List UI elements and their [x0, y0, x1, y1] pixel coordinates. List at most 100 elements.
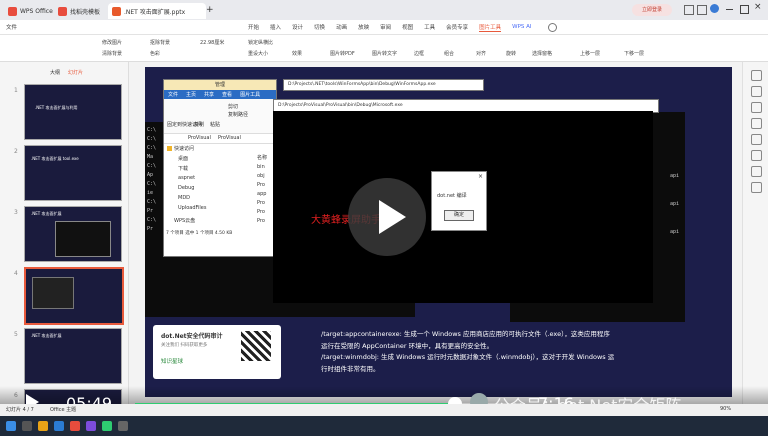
ribbon-pic-to-text[interactable]: 图片转文字	[372, 50, 397, 57]
paste-button[interactable]: 粘贴	[210, 121, 220, 128]
file-item[interactable]: app	[257, 191, 266, 197]
login-badge[interactable]: 立即登录	[632, 4, 672, 16]
slide-thumbnail-4[interactable]	[24, 267, 124, 325]
message-box[interactable]: × dot.net 编译 确定	[431, 171, 487, 231]
copy-button[interactable]: 复制	[194, 121, 204, 128]
layers-icon[interactable]	[751, 134, 762, 145]
menu-review[interactable]: 审阅	[380, 23, 391, 31]
vs-icon[interactable]	[86, 421, 96, 431]
copy-path-button[interactable]: 复制路径	[228, 111, 248, 118]
explorer-file-menu[interactable]: 文件	[168, 91, 178, 98]
nav-uploadfiles[interactable]: UploadFiles	[178, 205, 207, 211]
tab-active-document[interactable]: .NET 攻击面扩展.pptx	[108, 3, 206, 19]
ribbon-color[interactable]: 色彩	[150, 50, 160, 57]
file-menu[interactable]: 文件	[6, 23, 17, 31]
terminal-icon[interactable]	[118, 421, 128, 431]
avatar[interactable]	[710, 4, 719, 13]
slide-canvas[interactable]: C:\ C:\ C:\ Ma C:\ Ap C:\ ie C:\ Pr C:\ …	[145, 67, 732, 397]
explorer-home-menu[interactable]: 主页	[186, 91, 196, 98]
menu-animation[interactable]: 动画	[336, 23, 347, 31]
ribbon-width-field[interactable]: 22.98厘米	[200, 39, 224, 46]
star-icon[interactable]	[751, 102, 762, 113]
path-segment[interactable]: ProVisual	[218, 135, 241, 141]
menu-wps-ai[interactable]: WPS AI	[512, 24, 531, 30]
menu-view[interactable]: 视图	[402, 23, 413, 31]
nav-quick-access[interactable]: 快速访问	[174, 145, 194, 152]
ribbon-clear-bg[interactable]: 清除背景	[102, 50, 122, 57]
cut-button[interactable]: 剪切	[228, 103, 238, 110]
ribbon-edit-picture[interactable]: 修改图片	[102, 39, 122, 46]
tab-wps-office[interactable]: WPS Office	[4, 3, 57, 19]
ribbon-group[interactable]: 组合	[444, 50, 454, 57]
layout-icon[interactable]	[684, 5, 694, 15]
zoom-level[interactable]: 90%	[720, 406, 731, 412]
explorer-pictools-menu[interactable]: 图片工具	[240, 91, 260, 98]
ribbon-select-pane[interactable]: 选择窗格	[532, 50, 552, 57]
console-window-title-1[interactable]: D:\Projects\.NET\tools\WinFormsApp\bin\D…	[283, 79, 484, 91]
menu-picture-tools[interactable]: 图片工具	[479, 23, 502, 32]
edge-icon[interactable]	[54, 421, 64, 431]
slide-thumbnail-3[interactable]: .NET 攻击面扩展	[24, 206, 122, 262]
ribbon-pic-to-pdf[interactable]: 图片转PDF	[330, 50, 355, 57]
nav-debug[interactable]: Debug	[178, 185, 194, 191]
file-item[interactable]: Pro	[257, 182, 265, 188]
expand-icon[interactable]	[751, 166, 762, 177]
file-item[interactable]: bin	[257, 164, 265, 170]
menu-design[interactable]: 设计	[292, 23, 303, 31]
ribbon-effect[interactable]: 效果	[292, 50, 302, 57]
menu-slideshow[interactable]: 放映	[358, 23, 369, 31]
explorer-view-menu[interactable]: 查看	[222, 91, 232, 98]
ribbon-send-backward[interactable]: 下移一层	[624, 50, 644, 57]
ribbon-remove-bg[interactable]: 抠除背景	[150, 39, 170, 46]
ok-button[interactable]: 确定	[444, 210, 474, 221]
ribbon-reset-size[interactable]: 重设大小	[248, 50, 268, 57]
play-button[interactable]	[348, 178, 426, 256]
close-icon[interactable]: ×	[754, 2, 762, 12]
nav-wps-cloud[interactable]: WPS云盘	[174, 217, 195, 224]
ribbon-align[interactable]: 对齐	[476, 50, 486, 57]
menu-insert[interactable]: 插入	[270, 23, 281, 31]
slide-thumbnail-5[interactable]: .NET 攻击面扩展	[24, 328, 122, 384]
ribbon-rotate[interactable]: 旋转	[506, 50, 516, 57]
slide-thumbnail-2[interactable]: .NET 攻击面扩展 tool.exe	[24, 145, 122, 201]
new-tab-button[interactable]: +	[206, 5, 214, 15]
explorer-share-menu[interactable]: 共享	[204, 91, 214, 98]
ribbon-bring-forward[interactable]: 上移一层	[580, 50, 600, 57]
promo-card[interactable]: dot.Net安全代码审计 关注我们 扫码获取更多 知识星球	[153, 325, 281, 379]
tab-template[interactable]: 找稻壳模板	[54, 3, 104, 19]
menu-tools[interactable]: 工具	[424, 23, 435, 31]
ribbon-border[interactable]: 边框	[414, 50, 424, 57]
share-icon[interactable]	[751, 182, 762, 193]
wps-icon[interactable]	[70, 421, 80, 431]
app-window-body[interactable]: 大黄蜂录屏助手 × dot.net 编译 确定	[273, 111, 653, 303]
menu-start[interactable]: 开始	[248, 23, 259, 31]
nav-mdd[interactable]: MDD	[178, 195, 190, 201]
file-item[interactable]: Pro	[257, 218, 265, 224]
wechat-icon[interactable]	[102, 421, 112, 431]
window-icon[interactable]	[697, 5, 707, 15]
file-item[interactable]: Pro	[257, 200, 265, 206]
search-icon[interactable]	[548, 23, 557, 32]
explorer-address-bar[interactable]: ProVisual ProVisual	[164, 133, 276, 144]
tab-slides[interactable]: 幻灯片	[68, 69, 83, 76]
search-icon[interactable]	[22, 421, 32, 431]
slide-thumbnail-1[interactable]: .NET 攻击面扩展与利用	[24, 84, 122, 140]
folder-icon[interactable]	[38, 421, 48, 431]
windows-start-icon[interactable]	[6, 421, 16, 431]
style-icon[interactable]	[751, 86, 762, 97]
file-column-header[interactable]: 名称	[257, 154, 267, 161]
property-icon[interactable]	[751, 70, 762, 81]
path-segment[interactable]: ProVisual	[188, 135, 211, 141]
close-icon[interactable]: ×	[478, 173, 483, 180]
file-item[interactable]: Pro	[257, 209, 265, 215]
animation-icon[interactable]	[751, 118, 762, 129]
maximize-icon[interactable]	[740, 5, 749, 14]
menu-vip[interactable]: 会员专享	[446, 23, 468, 31]
minimize-icon[interactable]	[726, 9, 733, 10]
gear-icon[interactable]	[751, 150, 762, 161]
nav-desktop[interactable]: 桌面	[178, 155, 188, 162]
menu-transition[interactable]: 切换	[314, 23, 325, 31]
tab-outline[interactable]: 大纲	[50, 69, 60, 76]
file-item[interactable]: obj	[257, 173, 265, 179]
ribbon-lock-ratio[interactable]: 锁定纵横比	[248, 39, 273, 46]
